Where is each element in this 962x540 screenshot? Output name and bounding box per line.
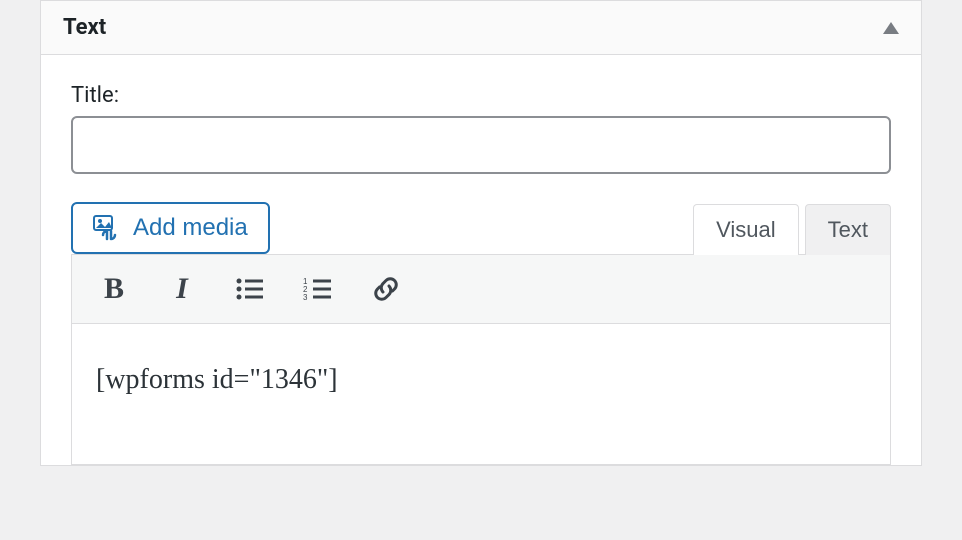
bullet-list-button[interactable] bbox=[232, 271, 268, 307]
editor-wrap: B I 1 2 bbox=[71, 254, 891, 465]
numbered-list-button[interactable]: 1 2 3 bbox=[300, 271, 336, 307]
svg-text:3: 3 bbox=[303, 293, 308, 301]
editor-tabs: Visual Text bbox=[693, 203, 891, 254]
title-label: Title: bbox=[71, 83, 891, 108]
tab-text[interactable]: Text bbox=[805, 204, 891, 255]
format-toolbar: B I 1 2 bbox=[72, 255, 890, 324]
link-button[interactable] bbox=[368, 271, 404, 307]
add-media-button[interactable]: Add media bbox=[71, 202, 270, 254]
tab-visual[interactable]: Visual bbox=[693, 204, 799, 255]
bold-button[interactable]: B bbox=[96, 271, 132, 307]
editor-content[interactable]: [wpforms id="1346"] bbox=[72, 324, 890, 464]
editor-top-row: Add media Visual Text bbox=[71, 202, 891, 254]
italic-button[interactable]: I bbox=[164, 271, 200, 307]
add-media-label: Add media bbox=[133, 214, 248, 242]
text-widget-panel: Text Title: Add media Visual bbox=[40, 0, 922, 466]
widget-title: Text bbox=[63, 15, 106, 40]
media-icon bbox=[93, 215, 121, 241]
collapse-icon bbox=[883, 22, 899, 34]
widget-header[interactable]: Text bbox=[41, 1, 921, 55]
title-input[interactable] bbox=[71, 116, 891, 174]
widget-body: Title: Add media Visual Text bbox=[41, 55, 921, 465]
